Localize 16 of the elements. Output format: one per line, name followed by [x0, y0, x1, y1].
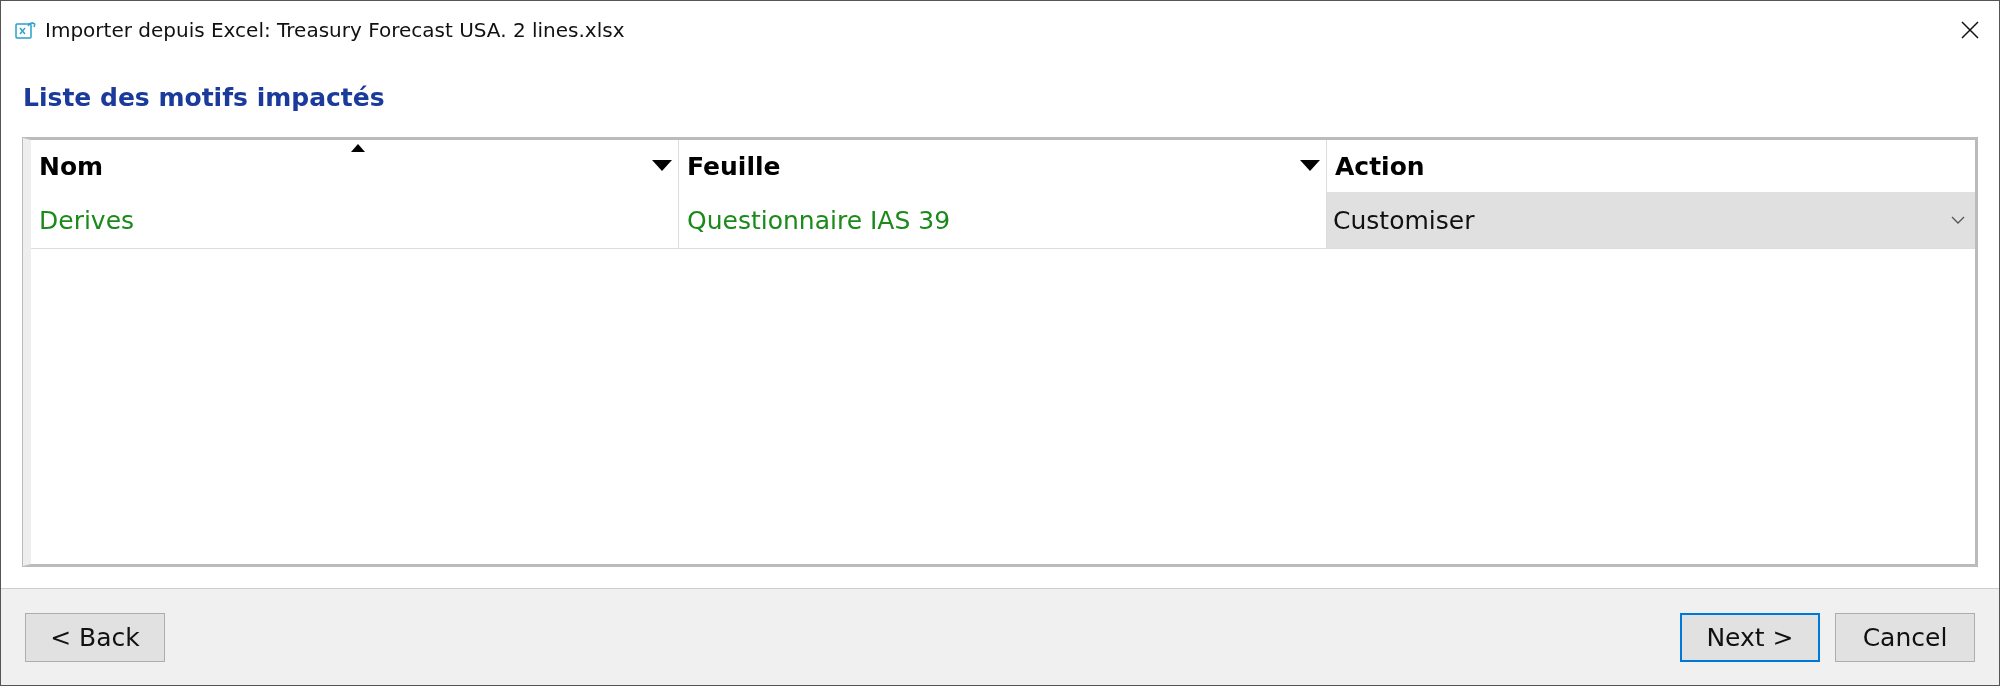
table-cell: Derives [31, 192, 679, 248]
window-title: Importer depuis Excel: Treasury Forecast USA. 2 lines.xlsx [45, 18, 626, 42]
dialog-button[interactable]: Cancel [1835, 612, 1975, 662]
sort-ascending-icon [351, 144, 365, 152]
column-header[interactable]: Nom [31, 140, 679, 192]
action-dropdown[interactable]: Customiser [1327, 192, 1975, 248]
column-header[interactable]: Action [1327, 140, 1975, 192]
column-header[interactable]: Feuille [679, 140, 1327, 192]
dialog-button[interactable]: < Back [25, 612, 165, 662]
chevron-down-icon [1951, 216, 1965, 224]
filter-dropdown-icon[interactable] [1300, 160, 1320, 171]
dialog-button[interactable]: Next > [1680, 612, 1820, 662]
filter-dropdown-icon[interactable] [652, 160, 672, 171]
section-heading: Liste des motifs impactés [23, 82, 386, 114]
excel-import-icon [15, 20, 37, 40]
close-icon[interactable] [1961, 21, 1979, 39]
